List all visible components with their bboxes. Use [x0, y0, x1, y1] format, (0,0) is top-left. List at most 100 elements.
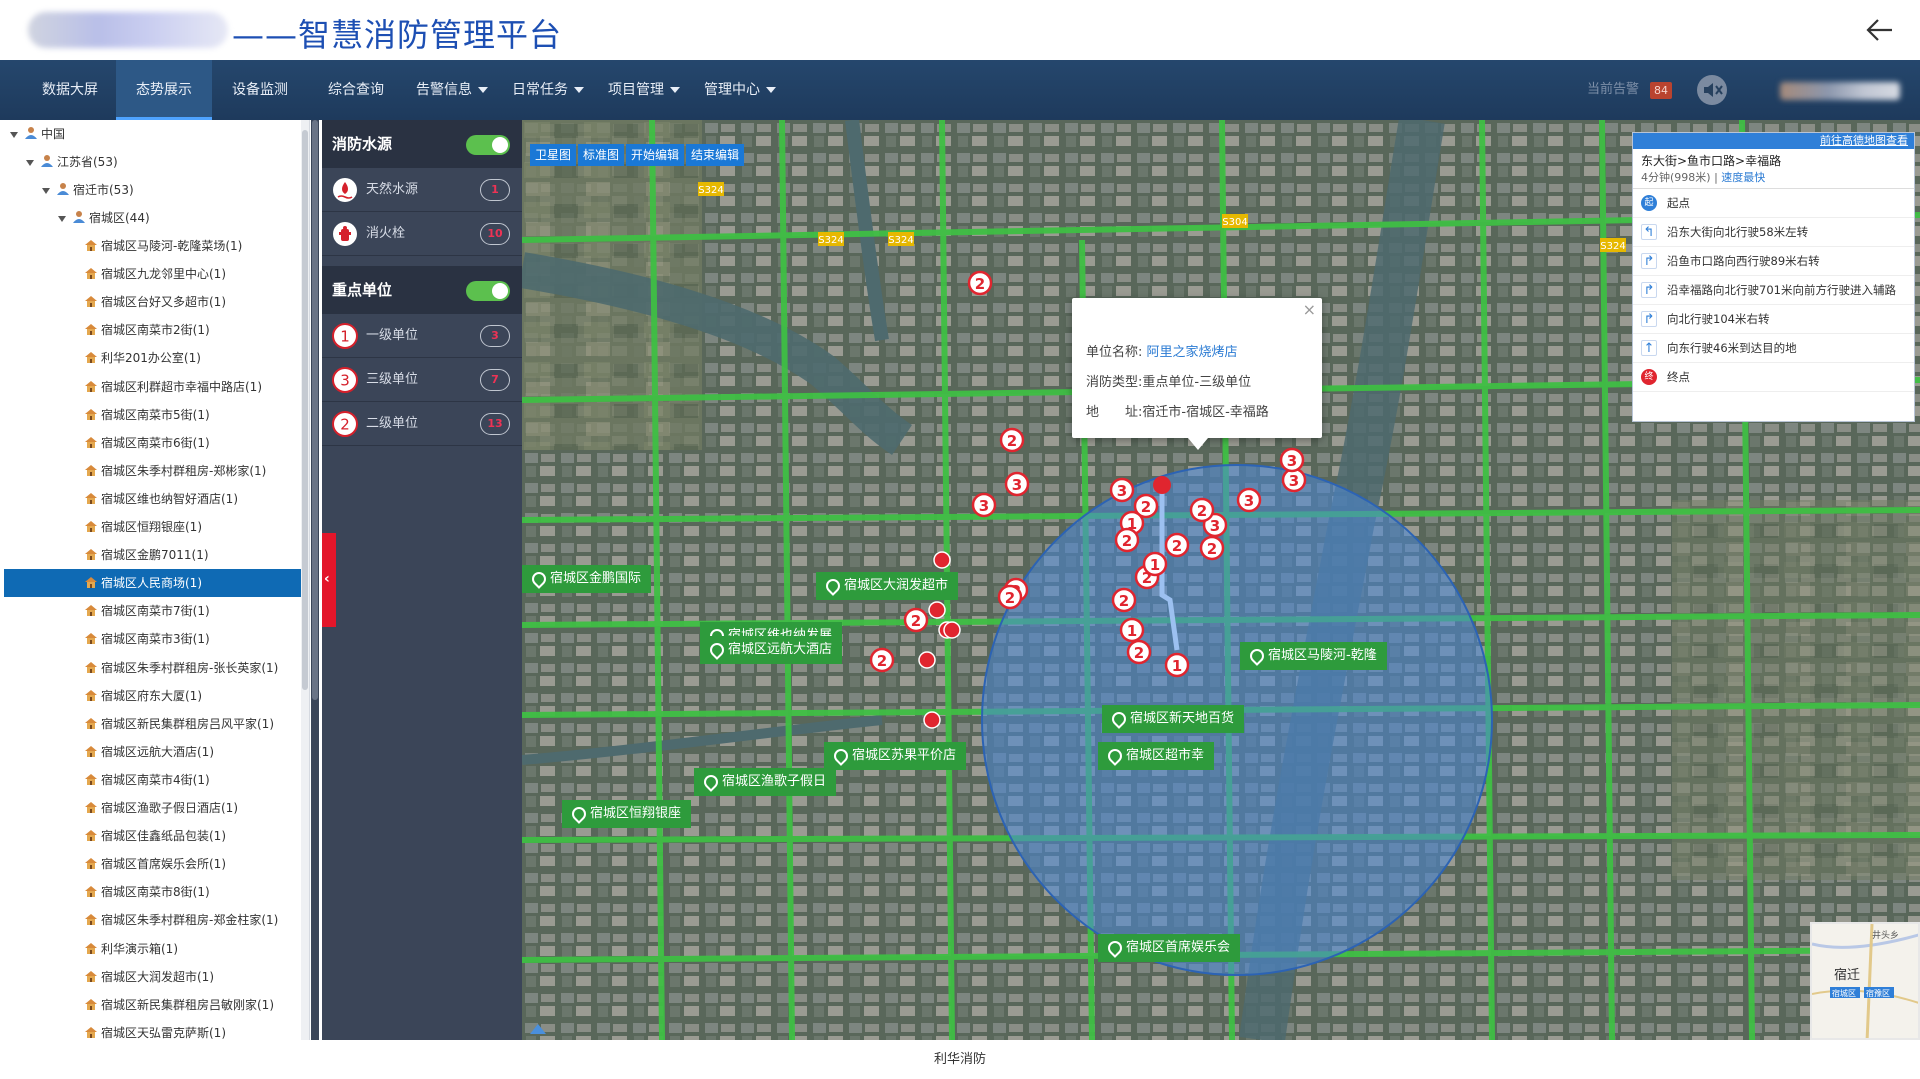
tree-leaf[interactable]: 宿城区恒翔银座(1): [84, 513, 202, 541]
tree-leaf[interactable]: 宿城区台好又多超市(1): [84, 288, 226, 316]
level3-count: 7: [480, 369, 510, 391]
nav-admin[interactable]: 管理中心: [692, 60, 788, 120]
map-label[interactable]: 宿城区马陵河-乾隆: [1240, 642, 1387, 670]
layer-level2-unit[interactable]: 2 二级单位 13: [322, 402, 522, 446]
tree-leaf[interactable]: 宿城区南菜市6街(1): [84, 429, 210, 457]
nav-project[interactable]: 项目管理: [596, 60, 692, 120]
tree-node-root[interactable]: 中国: [10, 120, 65, 148]
tree-leaf[interactable]: 宿城区天弘雷克萨斯(1): [84, 1019, 226, 1040]
nav-data-screen[interactable]: 数据大屏: [22, 60, 118, 120]
map-label[interactable]: 宿城区新天地百货: [1102, 705, 1245, 733]
nav-device-monitor[interactable]: 设备监测: [212, 60, 308, 120]
tree-node-city[interactable]: 宿迁市(53): [42, 176, 134, 204]
end-edit-button[interactable]: 结束编辑: [686, 144, 745, 166]
tree-leaf[interactable]: 宿城区南菜市4街(1): [84, 766, 210, 794]
hydrant-marker-icon[interactable]: [928, 601, 946, 619]
map-label[interactable]: 宿城区渔歌子假日: [694, 768, 837, 796]
tree-leaf[interactable]: 宿城区朱季村群租房-郑彬家(1): [84, 457, 266, 485]
unit-marker-label: 2: [911, 612, 921, 630]
panel-collapse-button[interactable]: ‹: [322, 533, 336, 627]
map-label[interactable]: 宿城区大润发超市: [816, 572, 959, 600]
route-step[interactable]: ↱ 沿鱼市口路向西行驶89米右转: [1633, 247, 1914, 276]
hydrant-marker-icon[interactable]: [923, 711, 941, 729]
water-source-toggle[interactable]: [466, 135, 510, 155]
tree-leaf[interactable]: 宿城区马陵河-乾隆菜场(1): [84, 232, 242, 260]
start-edit-button[interactable]: 开始编辑: [626, 144, 685, 166]
tree-leaf[interactable]: 宿城区新民集群租房吕敏刚家(1): [84, 991, 274, 1019]
satellite-view-button[interactable]: 卫星图: [530, 144, 577, 166]
org-tree-panel: 中国 江苏省(53) 宿迁市(53) 宿城区(44) 宿城区马陵河-乾隆菜场(1…: [0, 120, 310, 1040]
tree-leaf[interactable]: 宿城区利群超市幸福中路店(1): [84, 373, 262, 401]
route-step[interactable]: 起起点: [1633, 189, 1914, 218]
tree-leaf[interactable]: 宿城区南菜市5街(1): [84, 401, 210, 429]
tree-leaf[interactable]: 宿城区朱季村群租房-张长英家(1): [84, 654, 278, 682]
map-label[interactable]: 宿城区金鹏国际: [522, 565, 652, 593]
tree-leaf[interactable]: 宿城区维也纳智好酒店(1): [84, 485, 238, 513]
tree-leaf[interactable]: 宿城区金鹏7011(1): [84, 541, 209, 569]
tree-leaf[interactable]: 利华演示箱(1): [84, 935, 178, 963]
map-label[interactable]: 宿城区超市幸: [1098, 742, 1215, 770]
close-icon[interactable]: ×: [1303, 300, 1316, 319]
turn-right-icon: ↱: [1641, 311, 1657, 327]
hydrant-marker-icon[interactable]: [943, 621, 961, 639]
tree-leaf[interactable]: 宿城区远航大酒店(1): [84, 738, 214, 766]
tree-scrollbar-thumb[interactable]: [302, 130, 308, 690]
tree-leaf[interactable]: 宿城区南菜市7街(1): [84, 597, 210, 625]
tree-leaf[interactable]: 宿城区渔歌子假日酒店(1): [84, 794, 238, 822]
open-amap-link[interactable]: 前往高德地图查看: [1633, 133, 1914, 149]
amap-logo-icon: [530, 1024, 546, 1034]
route-step[interactable]: 终终点: [1633, 363, 1914, 392]
map-label[interactable]: 宿城区首席娱乐会: [1098, 934, 1241, 962]
nav-situation[interactable]: 态势展示: [116, 60, 212, 120]
blurred-logo: [28, 12, 228, 48]
route-step[interactable]: ↰ 沿东大街向北行驶58米左转: [1633, 218, 1914, 247]
straight-icon: ↑: [1641, 340, 1657, 356]
route-step[interactable]: ↑ 向东行驶46米到达目的地: [1633, 334, 1914, 363]
unit-name-link[interactable]: 阿里之家烧烤店: [1147, 345, 1238, 360]
level1-count: 3: [480, 325, 510, 347]
layer-natural-water[interactable]: 天然水源 1: [322, 168, 522, 212]
layer-scrollbar-thumb[interactable]: [312, 120, 318, 700]
group-icon: [57, 183, 69, 195]
layer-level1-unit[interactable]: 1 一级单位 3: [322, 314, 522, 358]
map-label[interactable]: 宿城区苏果平价店: [824, 742, 967, 770]
map-label[interactable]: 宿城区恒翔银座: [562, 800, 692, 828]
key-unit-toggle[interactable]: [466, 281, 510, 301]
tree-leaf[interactable]: 宿城区南菜市3街(1): [84, 625, 210, 653]
blurred-user[interactable]: [1780, 82, 1900, 100]
satellite-map[interactable]: S324 S324 S324 S304 S324 223332122213332…: [522, 120, 1920, 1040]
tree-node-district[interactable]: 宿城区(44): [58, 204, 150, 232]
tree-leaf[interactable]: 宿城区首席娱乐会所(1): [84, 850, 226, 878]
route-step[interactable]: ↱ 沿幸福路向北行驶701米向前方行驶进入辅路: [1633, 276, 1914, 305]
nav-daily-task[interactable]: 日常任务: [500, 60, 596, 120]
hydrant-marker-icon[interactable]: [918, 651, 936, 669]
back-arrow-icon[interactable]: [1862, 12, 1898, 48]
map-label[interactable]: 宿城区远航大酒店: [700, 636, 843, 664]
tree-leaf[interactable]: 宿城区新民集群租房吕风平家(1): [84, 710, 274, 738]
nav-query[interactable]: 综合查询: [308, 60, 404, 120]
building-icon: [85, 830, 97, 842]
tree-leaf[interactable]: 利华201办公室(1): [84, 344, 201, 372]
tree-leaf[interactable]: 宿城区大润发超市(1): [84, 963, 214, 991]
tree-leaf[interactable]: 宿城区南菜市2街(1): [84, 316, 210, 344]
main-nav: 数据大屏 态势展示 设备监测 综合查询 告警信息 日常任务 项目管理 管理中心 …: [0, 60, 1920, 120]
route-step[interactable]: ↱ 向北行驶104米右转: [1633, 305, 1914, 334]
hydrant-marker-icon[interactable]: [933, 551, 951, 569]
tree-leaf[interactable]: 宿城区朱季村群租房-郑金柱家(1): [84, 906, 278, 934]
sound-off-icon[interactable]: [1696, 74, 1728, 106]
tree-leaf[interactable]: 宿城区九龙邻里中心(1): [84, 260, 226, 288]
tree-node-province[interactable]: 江苏省(53): [26, 148, 118, 176]
layer-hydrant[interactable]: 消火栓 10: [322, 212, 522, 256]
overview-minimap[interactable]: 井头乡 宿迁 宿城区 宿豫区: [1810, 922, 1920, 1040]
tree-leaf[interactable]: 宿城区佳鑫纸品包装(1): [84, 822, 226, 850]
turn-left-icon: ↰: [1641, 224, 1657, 240]
tree-leaf[interactable]: 宿城区府东大厦(1): [84, 682, 202, 710]
alarm-count-badge[interactable]: 84: [1650, 82, 1672, 99]
route-end-marker-icon[interactable]: [1153, 476, 1171, 494]
layer-level3-unit[interactable]: 3 三级单位 7: [322, 358, 522, 402]
nav-alarm[interactable]: 告警信息: [404, 60, 500, 120]
tree-leaf[interactable]: 宿城区南菜市8街(1): [84, 878, 210, 906]
tree-leaf[interactable]: 宿城区人民商场(1): [4, 569, 304, 598]
standard-view-button[interactable]: 标准图: [578, 144, 625, 166]
unit-info-popup: × 单位名称: 阿里之家烧烤店 消防类型:重点单位-三级单位 地 址:宿迁市-宿…: [1072, 298, 1322, 450]
